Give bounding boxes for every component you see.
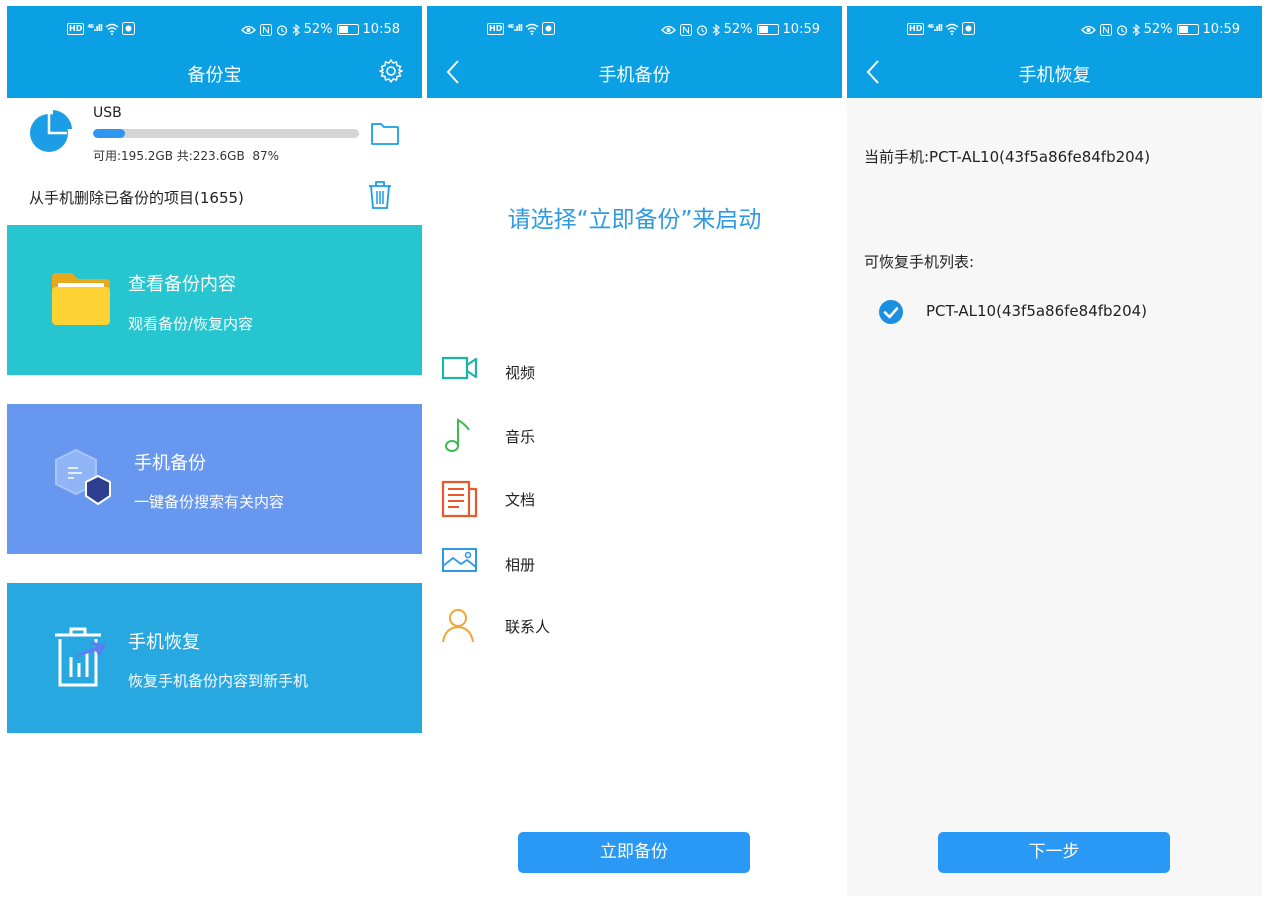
- hd-icon: HD: [67, 22, 85, 35]
- status-bar: HD ⁴⁶.ıll 52% 10:59: [427, 22, 842, 38]
- signal-icon: ⁴⁶.ıll: [507, 23, 523, 34]
- hexagon-backup-icon: [55, 448, 111, 506]
- battery-percent: 52%: [1143, 22, 1173, 37]
- storage-capacity: 可用:195.2GB 共:223.6GB: [93, 149, 245, 163]
- phone-restore-card[interactable]: 手机恢复 恢复手机备份内容到新手机: [7, 583, 422, 733]
- bluetooth-icon: [1132, 23, 1140, 36]
- page-title: 手机恢复: [1018, 65, 1091, 86]
- restorable-device-item[interactable]: PCT-AL10(43f5a86fe84fb204): [879, 298, 1239, 326]
- storage-pie-icon: [30, 110, 72, 152]
- hd-icon: HD: [487, 22, 505, 35]
- card-subtitle: 恢复手机备份内容到新手机: [128, 672, 309, 690]
- storage-usage-fill: [93, 129, 125, 138]
- card-title: 查看备份内容: [128, 274, 236, 295]
- eye-icon: [1080, 25, 1096, 34]
- app-bar: HD ⁴⁶.ıll 52% 10:58 备份宝: [7, 6, 422, 98]
- app-notification-icon: [121, 22, 135, 35]
- contact-person-icon: [442, 609, 474, 643]
- alarm-icon: [1116, 24, 1127, 36]
- delete-backed-up-items-label[interactable]: 从手机删除已备份的项目(1655): [29, 187, 244, 208]
- app-notification-icon: [541, 22, 555, 35]
- eye-icon: [240, 25, 256, 34]
- card-subtitle: 观看备份/恢复内容: [128, 315, 254, 333]
- restore-bin-icon: [55, 627, 107, 687]
- folder-icon[interactable]: [370, 120, 400, 146]
- backup-item-label: 音乐: [505, 428, 536, 446]
- bluetooth-icon: [292, 23, 300, 36]
- app-bar: HD ⁴⁶.ıll 52% 10:59 手机恢复: [847, 6, 1262, 98]
- status-time: 10:59: [782, 22, 820, 37]
- battery-percent: 52%: [723, 22, 753, 37]
- eye-icon: [660, 25, 676, 34]
- bluetooth-icon: [712, 23, 720, 36]
- card-title: 手机恢复: [128, 632, 200, 653]
- signal-icon: ⁴⁶.ıll: [927, 23, 943, 34]
- storage-usage-bar: [93, 129, 359, 138]
- photo-album-icon: [442, 548, 477, 572]
- backup-item-label: 视频: [505, 364, 536, 382]
- backup-item-document[interactable]: 文档: [441, 479, 741, 519]
- trash-icon[interactable]: [367, 180, 393, 210]
- backup-item-label: 文档: [505, 491, 536, 509]
- hd-icon: HD: [907, 22, 925, 35]
- battery-icon: [756, 24, 779, 35]
- video-icon: [441, 356, 478, 380]
- next-step-button[interactable]: 下一步: [938, 832, 1170, 873]
- restorable-phones-label: 可恢复手机列表:: [864, 253, 975, 271]
- view-backup-card[interactable]: 查看备份内容 观看备份/恢复内容: [7, 225, 422, 375]
- battery-icon: [336, 24, 359, 35]
- wifi-icon: [105, 23, 119, 35]
- device-label: PCT-AL10(43f5a86fe84fb204): [926, 302, 1148, 320]
- storage-usage-text: 可用:195.2GB 共:223.6GB 87%: [93, 147, 279, 164]
- wifi-icon: [945, 23, 959, 35]
- check-circle-icon[interactable]: [879, 300, 903, 324]
- nfc-icon: [679, 23, 692, 36]
- phone-restore-screen: HD ⁴⁶.ıll 52% 10:59 手机恢复 当前手机:PCT-AL10(4…: [847, 6, 1262, 896]
- music-note-icon: [445, 418, 470, 452]
- backup-item-contacts[interactable]: 联系人: [441, 606, 741, 646]
- page-title: 手机备份: [598, 65, 671, 86]
- alarm-icon: [696, 24, 707, 36]
- backup-item-music[interactable]: 音乐: [441, 416, 741, 456]
- storage-percent: 87%: [252, 149, 279, 163]
- status-time: 10:58: [362, 22, 400, 37]
- backup-prompt: 请选择“立即备份”来启动: [507, 207, 762, 233]
- backup-item-album[interactable]: 相册: [441, 544, 741, 584]
- phone-backup-card[interactable]: 手机备份 一键备份搜索有关内容: [7, 404, 422, 554]
- backup-item-label: 联系人: [505, 618, 551, 636]
- app-notification-icon: [961, 22, 975, 35]
- backup-item-video[interactable]: 视频: [441, 352, 741, 392]
- backup-item-label: 相册: [505, 556, 536, 574]
- yellow-folder-icon: [52, 273, 110, 325]
- battery-percent: 52%: [303, 22, 333, 37]
- app-bar: HD ⁴⁶.ıll 52% 10:59 手机备份: [427, 6, 842, 98]
- status-bar: HD ⁴⁶.ıll 52% 10:58: [7, 22, 422, 38]
- status-bar: HD ⁴⁶.ıll 52% 10:59: [847, 22, 1262, 38]
- settings-gear-icon[interactable]: [378, 58, 404, 84]
- card-subtitle: 一键备份搜索有关内容: [134, 493, 285, 511]
- storage-device-name: USB: [93, 105, 122, 121]
- wifi-icon: [525, 23, 539, 35]
- document-icon: [441, 480, 478, 518]
- backup-home-screen: HD ⁴⁶.ıll 52% 10:58 备份宝 USB 可用:195.2GB 共…: [7, 6, 422, 896]
- current-phone-label: 当前手机:PCT-AL10(43f5a86fe84fb204): [864, 148, 1151, 166]
- nfc-icon: [1099, 23, 1112, 36]
- page-title: 备份宝: [187, 65, 242, 86]
- phone-backup-screen: HD ⁴⁶.ıll 52% 10:59 手机备份 请选择“立即备份”来启动 视频…: [427, 6, 842, 896]
- card-title: 手机备份: [134, 453, 206, 474]
- status-time: 10:59: [1202, 22, 1240, 37]
- signal-icon: ⁴⁶.ıll: [87, 23, 103, 34]
- backup-now-button[interactable]: 立即备份: [518, 832, 750, 873]
- nfc-icon: [259, 23, 272, 36]
- battery-icon: [1176, 24, 1199, 35]
- alarm-icon: [276, 24, 287, 36]
